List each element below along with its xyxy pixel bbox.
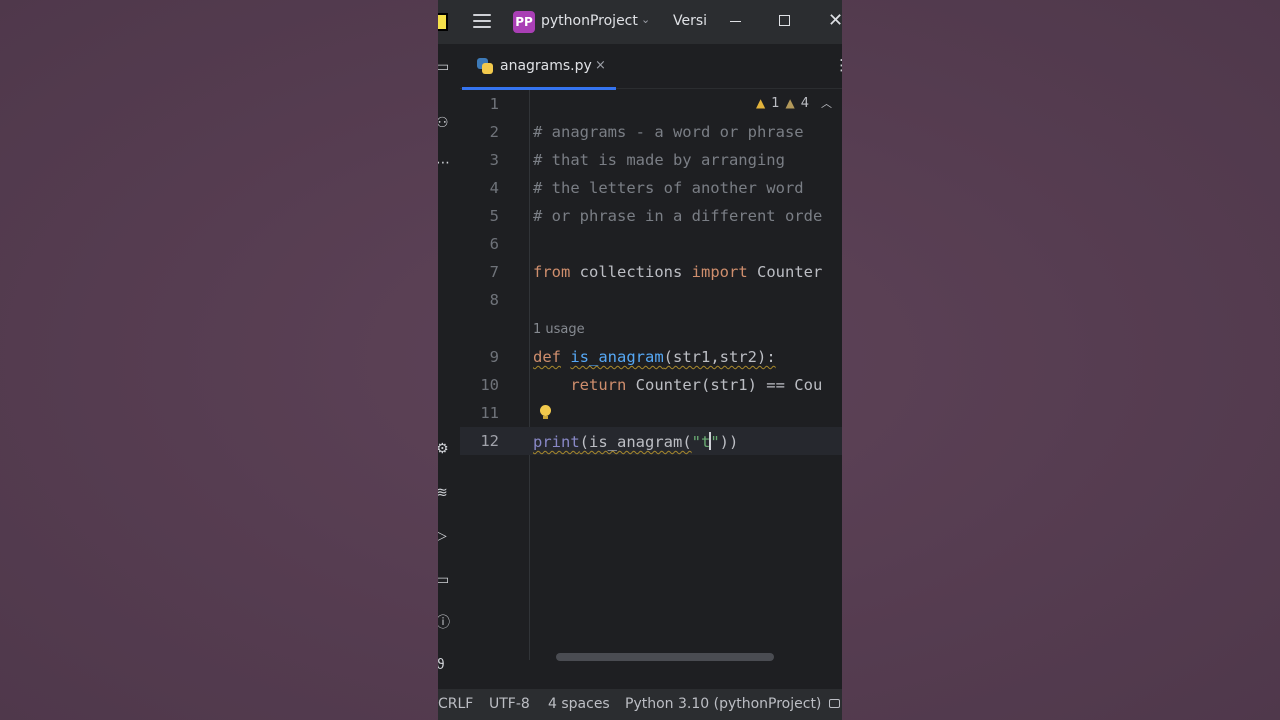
call-open: (is_anagram( <box>579 433 692 451</box>
chevron-up-icon[interactable]: ︿ <box>821 95 832 111</box>
python-packages-icon[interactable]: ⚙ <box>438 442 450 456</box>
status-bar: CRLF UTF-8 4 spaces Python 3.10 (pythonP… <box>438 688 842 720</box>
code-line: 3 # that is made by arranging <box>460 146 842 174</box>
project-name[interactable]: pythonProject <box>541 13 638 29</box>
line-number: 2 <box>489 123 499 141</box>
code-line: 11 <box>460 399 842 427</box>
terminal-icon[interactable]: ▭ <box>438 573 450 587</box>
editor-tab-bar: anagrams.py × ⋮ <box>460 44 842 90</box>
code-line: 5 # or phrase in a different orde <box>460 202 842 230</box>
app-logo-icon <box>438 13 448 31</box>
module-name: collections <box>570 263 692 281</box>
problems-icon[interactable]: ⓘ <box>438 616 450 630</box>
function-def: def is_anagram(str1,str2): <box>533 348 776 366</box>
keyword: return <box>570 376 627 394</box>
print-statement: print(is_anagram("t")) <box>533 432 738 451</box>
comment: # that is made by arranging <box>533 151 785 169</box>
warning-icon: ▲ <box>755 96 766 110</box>
keyword: def <box>533 348 561 366</box>
services-icon[interactable]: ▷ <box>438 529 450 543</box>
builtin: print <box>533 433 580 451</box>
error-count: 1 <box>771 95 780 111</box>
warning-count: 4 <box>800 95 809 111</box>
line-number: 4 <box>489 179 499 197</box>
line-number: 11 <box>480 404 499 422</box>
git-icon[interactable]: ϑ <box>438 658 450 672</box>
line-number: 5 <box>489 207 499 225</box>
line-number: 12 <box>480 432 499 450</box>
layers-icon[interactable]: ≋ <box>438 486 450 500</box>
main-menu-icon[interactable] <box>473 14 491 30</box>
comment: # the letters of another word <box>533 179 804 197</box>
line-number: 8 <box>489 291 499 309</box>
project-badge[interactable]: PP <box>513 11 535 33</box>
weak-warning-icon: ▲ <box>785 96 795 110</box>
return-statement: return Counter(str1) == Cou <box>533 376 822 394</box>
python-file-icon <box>477 58 493 74</box>
line-number: 7 <box>489 263 499 281</box>
file-encoding[interactable]: UTF-8 <box>489 696 530 712</box>
line-number: 9 <box>489 348 499 366</box>
vcs-widget[interactable]: Versi <box>673 13 707 29</box>
lock-icon[interactable] <box>829 699 840 708</box>
code-line: 6 <box>460 230 842 258</box>
ide-window: PP pythonProject ⌄ Versi ✕ ▭ ⚇ ⋯ ⚙ ≋ ▷ ▭… <box>438 0 842 720</box>
code-line: 4 # the letters of another word <box>460 174 842 202</box>
string-literal: "t <box>691 433 711 451</box>
line-number: 1 <box>489 95 499 113</box>
line-separator[interactable]: CRLF <box>438 696 473 712</box>
inspection-widget[interactable]: ▲ 1 ▲ 4 ︿ <box>756 95 832 111</box>
code-line: 9 def is_anagram(str1,str2): <box>460 343 842 371</box>
code-line: 10 return Counter(str1) == Cou <box>460 371 842 399</box>
code-line: 8 <box>460 286 842 314</box>
function-name: is_anagram <box>570 348 664 366</box>
tab-label: anagrams.py <box>500 58 592 74</box>
indent-setting[interactable]: 4 spaces <box>548 696 610 712</box>
params: (str1,str2): <box>663 348 776 366</box>
title-bar: PP pythonProject ⌄ Versi ✕ <box>438 0 842 44</box>
more-vertical-icon[interactable]: ⋮ <box>834 56 842 74</box>
line-number: 3 <box>489 151 499 169</box>
maximize-icon[interactable] <box>779 15 790 26</box>
imported-name: Counter <box>747 263 823 281</box>
comment: # or phrase in a different orde <box>533 207 823 225</box>
code-editor[interactable]: 1 ▲ 1 ▲ 4 ︿ 2 # anagrams - a word or phr… <box>460 90 842 661</box>
close-icon[interactable]: ✕ <box>828 10 842 31</box>
code-line: 7 from collections import Counter <box>460 258 842 286</box>
more-tools-icon[interactable]: ⋯ <box>438 156 450 170</box>
project-tool-icon[interactable]: ▭ <box>438 60 450 74</box>
structure-tool-icon[interactable]: ⚇ <box>438 116 450 130</box>
horizontal-scrollbar[interactable] <box>556 653 774 661</box>
import-statement: from collections import Counter <box>533 263 822 281</box>
usage-hint[interactable]: 1 usage <box>533 322 585 337</box>
call-close: )) <box>719 433 739 451</box>
expression: Counter(str1) == Cou <box>626 376 823 394</box>
keyword: from <box>533 263 571 281</box>
python-interpreter[interactable]: Python 3.10 (pythonProject) <box>625 696 821 712</box>
tab-close-icon[interactable]: × <box>595 58 606 73</box>
chevron-down-icon[interactable]: ⌄ <box>641 13 650 26</box>
line-number: 10 <box>480 376 499 394</box>
comment: # anagrams - a word or phrase <box>533 123 804 141</box>
code-line: 1 ▲ 1 ▲ 4 ︿ <box>460 90 842 118</box>
code-line: 2 # anagrams - a word or phrase <box>460 118 842 146</box>
lightbulb-icon[interactable] <box>540 405 551 419</box>
line-number: 6 <box>489 235 499 253</box>
string-quote: " <box>710 433 720 451</box>
tab-anagrams-py[interactable]: anagrams.py × <box>462 44 616 90</box>
keyword: import <box>691 263 748 281</box>
current-code-line: 12 print(is_anagram("t")) <box>460 427 842 455</box>
minimize-icon[interactable] <box>730 21 741 22</box>
